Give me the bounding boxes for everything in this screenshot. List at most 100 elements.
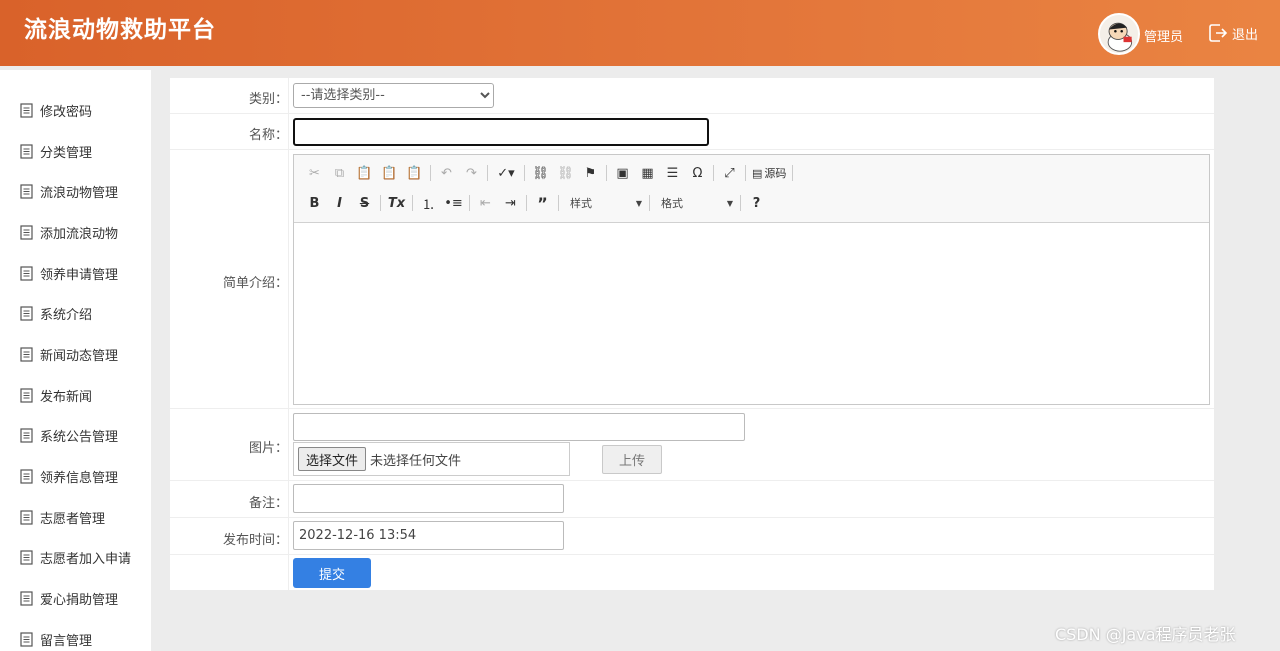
special-char-icon[interactable]: Ω [685,161,710,185]
sidebar-item-volunteer-requests[interactable]: 志愿者加入申请 [0,537,151,577]
paste-icon[interactable]: 📋 [352,161,377,185]
sidebar-item-label: 修改密码 [40,104,93,120]
choose-file-button[interactable]: 选择文件 [298,447,367,471]
sidebar-item-label: 新闻动态管理 [40,348,119,364]
toolbar-separator [606,165,607,181]
sidebar-item-messages[interactable]: 留言管理 [0,619,151,651]
table-icon[interactable]: ▦ [635,161,660,185]
rich-text-editor: ✂ ⧉ 📋 📋 📋 ↶ ↷ ✓▾ ⛓ ⛓ ⚑ ▣ ▦ ☰ Ω ⤢ ▤ 源码 B … [293,154,1210,405]
format-dropdown[interactable]: 格式 ▼ [653,192,737,214]
top-header: 流浪动物救助平台 管理员 退出 [0,0,1280,66]
italic-icon[interactable]: I [327,191,352,215]
numbered-list-icon[interactable]: ⒈ [416,191,441,215]
logout-button[interactable]: 退出 [1208,22,1258,44]
sidebar-item-volunteers[interactable]: 志愿者管理 [0,497,151,537]
sidebar-item-announcements[interactable]: 系统公告管理 [0,415,151,455]
source-label: 源码 [764,167,787,180]
redo-icon[interactable]: ↷ [459,161,484,185]
style-label: 样式 [570,197,592,210]
document-icon [20,509,33,525]
image-label: 图片 [170,437,288,456]
watermark: CSDN @Java程序员老张 [1055,625,1236,644]
sidebar-item-adoption-info[interactable]: 领养信息管理 [0,456,151,496]
app-title: 流浪动物救助平台 [24,17,216,43]
toolbar-separator [740,195,741,211]
style-dropdown[interactable]: 样式 ▼ [562,192,646,214]
editor-toolbar: ✂ ⧉ 📋 📋 📋 ↶ ↷ ✓▾ ⛓ ⛓ ⚑ ▣ ▦ ☰ Ω ⤢ ▤ 源码 B … [294,155,1209,223]
publish-time-input[interactable] [293,521,564,550]
remark-row: 备注 [170,481,1214,518]
link-icon[interactable]: ⛓ [528,161,553,185]
avatar[interactable] [1098,13,1140,55]
toolbar-separator [380,195,381,211]
sidebar-item-change-password[interactable]: 修改密码 [0,90,151,130]
toolbar-separator [558,195,559,211]
remark-input[interactable] [293,484,564,513]
intro-label: 简单介绍 [170,272,288,291]
sidebar-item-label: 爱心捐助管理 [40,592,119,608]
blockquote-icon[interactable]: ” [530,191,555,215]
document-icon [20,590,33,606]
sidebar-item-donations[interactable]: 爱心捐助管理 [0,578,151,618]
toolbar-separator [649,195,650,211]
help-icon[interactable]: ? [744,191,769,215]
document-icon [20,346,33,362]
image-path-input[interactable] [293,413,745,441]
editor-content-area[interactable] [294,223,1209,404]
category-row: 类别 --请选择类别-- [170,78,1214,114]
name-input[interactable] [293,118,709,146]
toolbar-row-1: ✂ ⧉ 📋 📋 📋 ↶ ↷ ✓▾ ⛓ ⛓ ⚑ ▣ ▦ ☰ Ω ⤢ ▤ 源码 [302,161,796,185]
file-picker: 选择文件 未选择任何文件 [293,442,570,476]
category-select[interactable]: --请选择类别-- [293,83,494,108]
indent-icon[interactable]: ⇥ [498,191,523,215]
paste-word-icon[interactable]: 📋 [402,161,427,185]
copy-icon[interactable]: ⧉ [327,161,352,185]
sidebar-item-add-animal[interactable]: 添加流浪动物 [0,212,151,252]
sidebar-item-animals[interactable]: 流浪动物管理 [0,171,151,211]
sidebar-item-publish-news[interactable]: 发布新闻 [0,375,151,415]
document-icon [20,468,33,484]
sidebar-item-label: 留言管理 [40,633,93,649]
document-icon [20,631,33,647]
anchor-flag-icon[interactable]: ⚑ [578,161,603,185]
toolbar-separator [526,195,527,211]
sidebar-item-label: 流浪动物管理 [40,185,119,201]
paste-text-icon[interactable]: 📋 [377,161,402,185]
document-icon [20,102,33,118]
sidebar: 修改密码 分类管理 流浪动物管理 添加流浪动物 领养申请管理 系统介绍 新闻动态… [0,70,151,651]
logout-label: 退出 [1232,27,1259,43]
unlink-icon[interactable]: ⛓ [553,161,578,185]
sidebar-item-label: 发布新闻 [40,389,93,405]
bulleted-list-icon[interactable]: •≡ [441,191,466,215]
horizontal-line-icon[interactable]: ☰ [660,161,685,185]
sidebar-item-label: 分类管理 [40,145,93,161]
toolbar-separator [412,195,413,211]
sidebar-item-news[interactable]: 新闻动态管理 [0,334,151,374]
user-name[interactable]: 管理员 [1144,26,1183,45]
document-icon [20,305,33,321]
sidebar-item-category[interactable]: 分类管理 [0,131,151,171]
image-icon[interactable]: ▣ [610,161,635,185]
maximize-icon[interactable]: ⤢ [717,161,742,185]
document-icon [20,387,33,403]
form-panel: 类别 --请选择类别-- 名称 简单介绍 ✂ ⧉ 📋 📋 📋 ↶ ↷ ✓▾ [170,78,1214,590]
document-icon [20,143,33,159]
outdent-icon[interactable]: ⇤ [473,191,498,215]
toolbar-separator [487,165,488,181]
bold-icon[interactable]: B [302,191,327,215]
upload-button[interactable]: 上传 [602,445,662,474]
sidebar-item-label: 添加流浪动物 [40,226,119,242]
format-label: 格式 [661,197,683,210]
spellcheck-icon[interactable]: ✓▾ [491,161,521,185]
name-label: 名称 [170,124,288,143]
strikethrough-icon[interactable]: S [352,191,377,215]
cut-icon[interactable]: ✂ [302,161,327,185]
remove-format-icon[interactable]: Tx [384,191,409,215]
sidebar-item-system-intro[interactable]: 系统介绍 [0,293,151,333]
document-icon [20,224,33,240]
submit-button[interactable]: 提交 [293,558,371,588]
source-button[interactable]: ▤ 源码 [749,161,789,185]
toolbar-separator [524,165,525,181]
sidebar-item-adoption-requests[interactable]: 领养申请管理 [0,253,151,293]
undo-icon[interactable]: ↶ [434,161,459,185]
